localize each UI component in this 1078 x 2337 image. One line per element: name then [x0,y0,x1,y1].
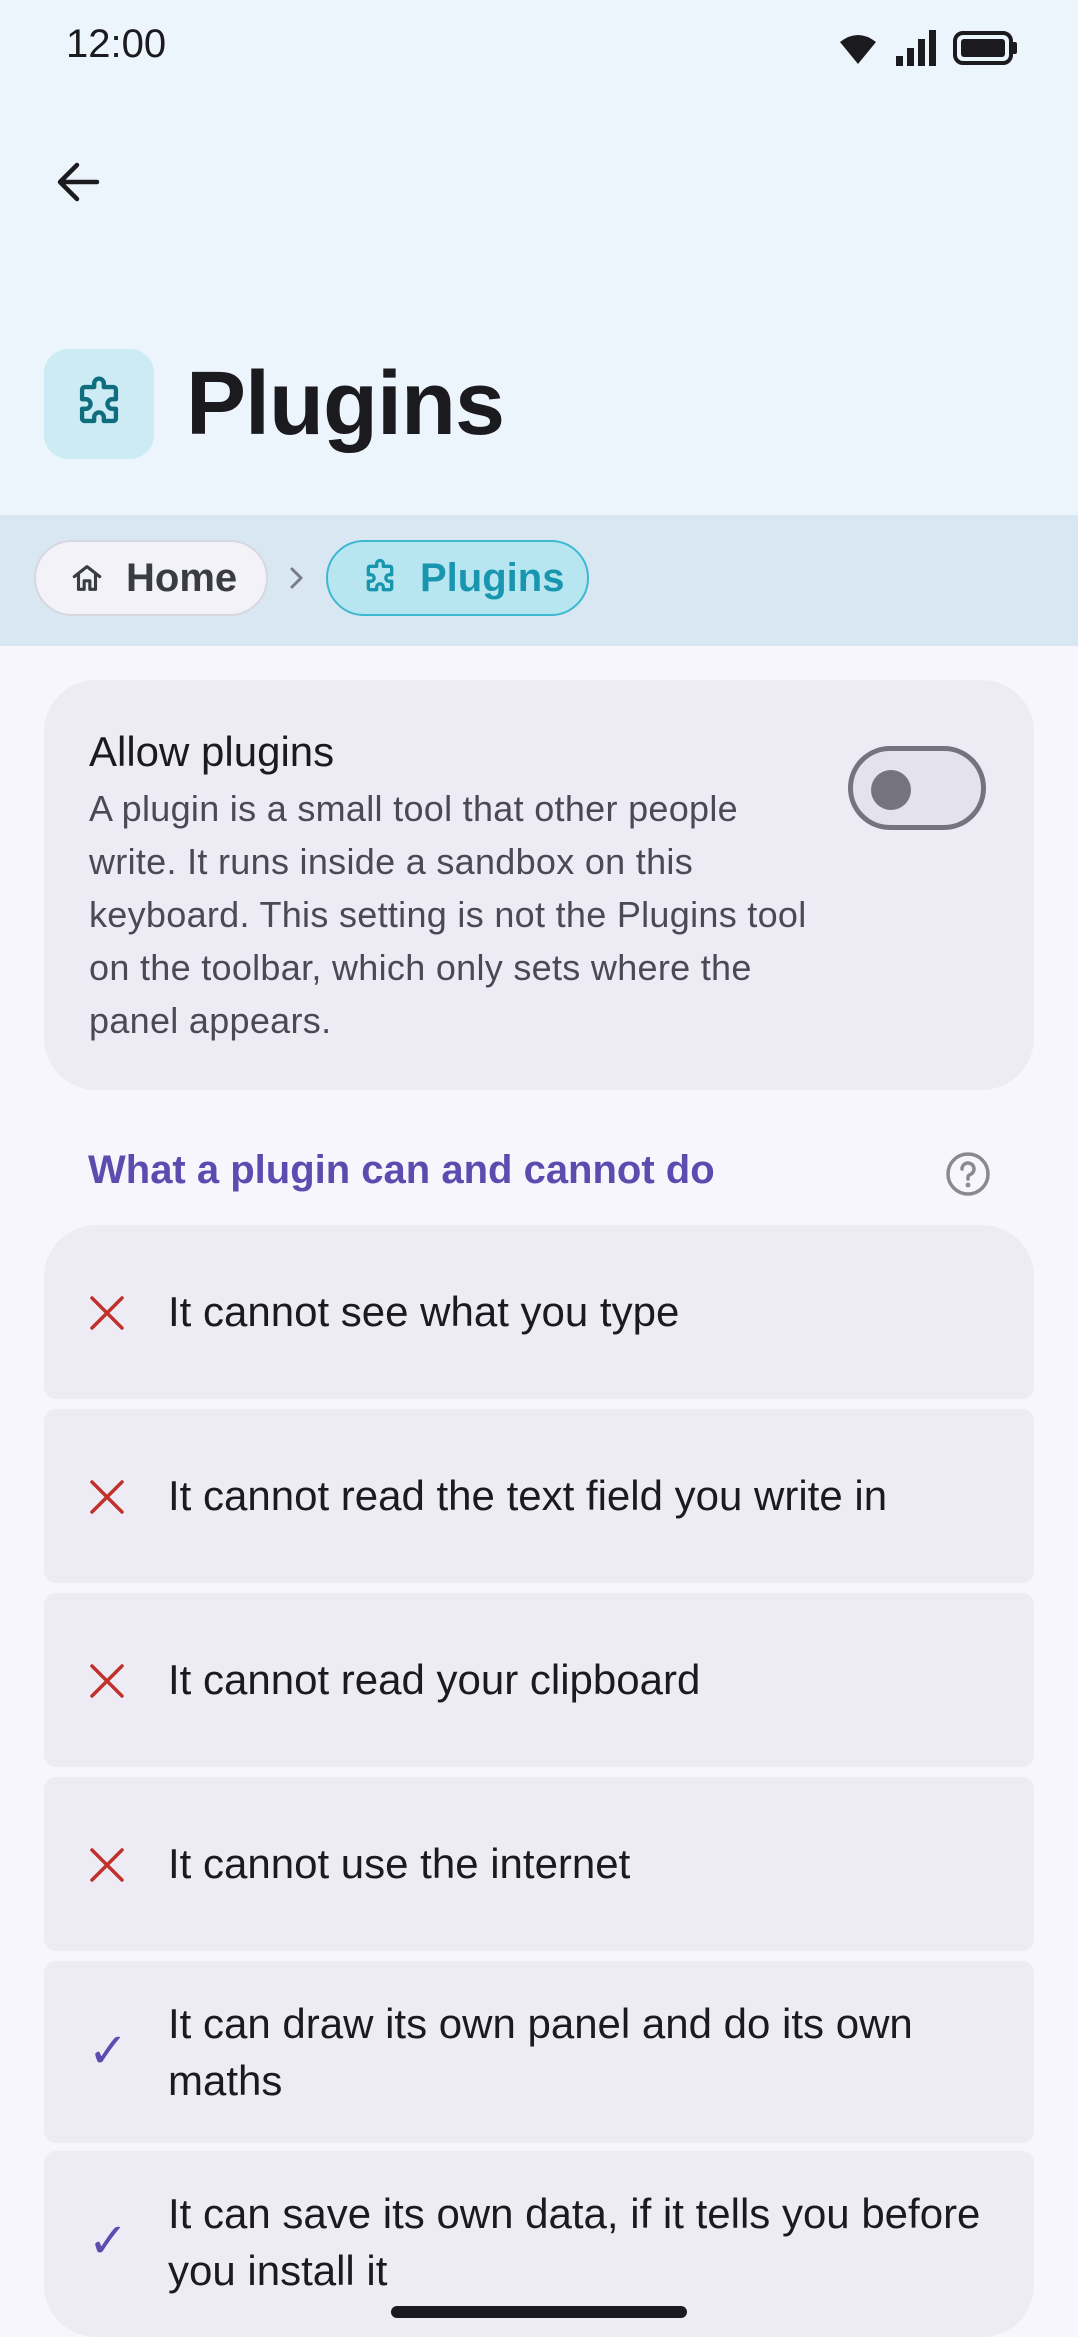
list-item-text: It cannot use the internet [168,1840,631,1887]
arrow-back-icon [57,162,100,202]
check-icon: ✓ [88,2023,129,2079]
page-title: Plugins [186,354,505,454]
help-icon[interactable] [944,1150,992,1198]
allow-plugins-card[interactable]: Allow plugins A plugin is a small tool t… [44,680,1034,1090]
status-bar: 12:00 [0,0,1078,96]
list-item: ✓ It can draw its own panel and do its o… [44,1961,1034,2143]
toggle-knob [871,770,911,810]
list-item: It cannot see what you type [44,1225,1034,1399]
home-icon [72,565,102,591]
home-indicator[interactable] [391,2306,687,2318]
breadcrumb-plugins[interactable]: Plugins [326,540,589,616]
wifi-icon [840,35,876,64]
allow-plugins-toggle[interactable] [848,746,986,830]
close-icon [90,1296,124,1330]
status-time: 12:00 [66,22,167,66]
allow-plugins-description: A plugin is a small tool that other peop… [89,788,807,1041]
battery-icon [953,31,1017,65]
list-item-text: It cannot read the text field you write … [168,1472,888,1519]
breadcrumb-home[interactable]: Home [34,540,268,616]
list-item-text: It can draw its own panel and do its own… [168,2000,913,2104]
list-item-text: It cannot read your clipboard [168,1656,701,1703]
breadcrumb: Home Plugins [0,515,1078,646]
list-item-text: It can save its own data, if it tells yo… [168,2190,981,2294]
back-button[interactable] [40,144,116,220]
list-item: It cannot read the text field you write … [44,1409,1034,1583]
puzzle-icon [366,558,394,592]
signal-icon [896,30,936,66]
close-icon [90,1848,124,1882]
close-icon [90,1480,124,1514]
list-item: It cannot use the internet [44,1777,1034,1951]
breadcrumb-plugins-label: Plugins [420,555,565,600]
plugins-title-icon [44,349,154,459]
list-item-text: It cannot see what you type [168,1288,680,1335]
list-item: It cannot read your clipboard [44,1593,1034,1767]
section-title: What a plugin can and cannot do [88,1148,715,1192]
chevron-right-icon [290,567,303,589]
close-icon [90,1664,124,1698]
breadcrumb-home-label: Home [126,555,238,600]
allow-plugins-title: Allow plugins [89,728,335,775]
check-icon: ✓ [88,2213,129,2269]
puzzle-icon [79,376,119,424]
